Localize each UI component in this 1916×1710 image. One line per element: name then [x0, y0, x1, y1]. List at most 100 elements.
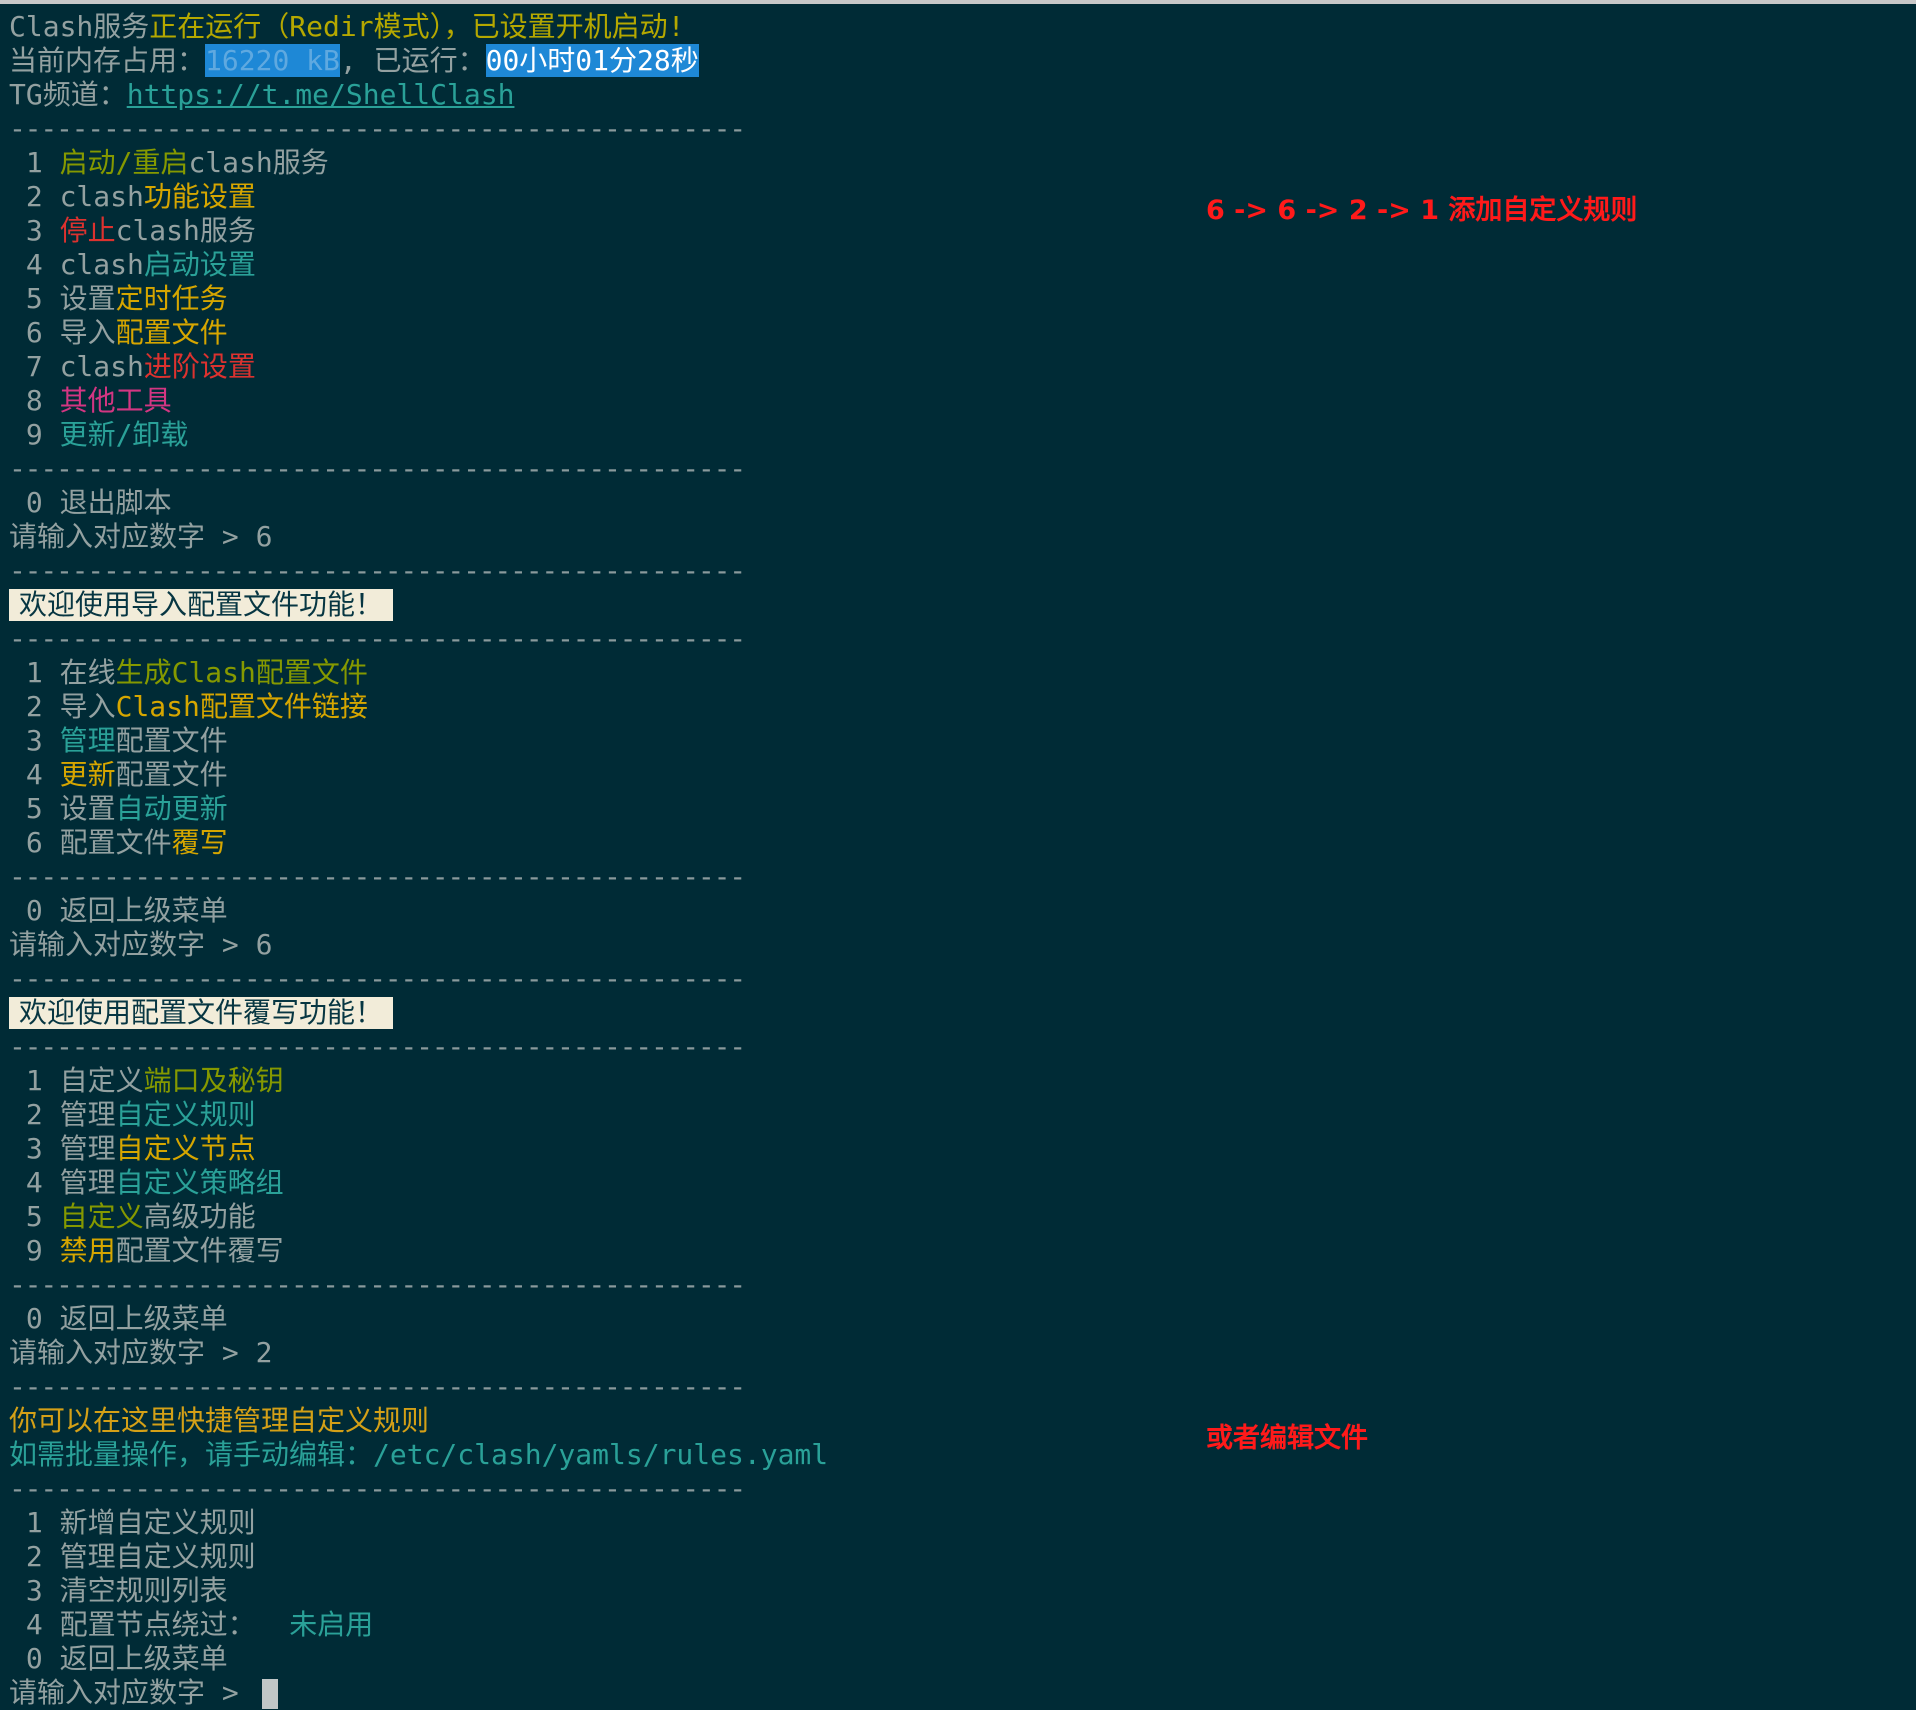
- menu-label: 管理: [59, 724, 116, 757]
- separator: ----------------------------------------…: [9, 1030, 746, 1063]
- menu-label: 自定义: [59, 1200, 144, 1233]
- menu-number: 6: [9, 316, 60, 349]
- menu-label: 导入: [59, 316, 116, 349]
- main-menu-item[interactable]: 7 clash进阶设置: [9, 350, 1916, 384]
- rules-menu-item[interactable]: 1 新增自定义规则: [9, 1506, 1916, 1540]
- menu-label: 启动设置: [143, 248, 256, 281]
- menu-number: 2: [9, 1098, 60, 1131]
- menu-number: 4: [9, 1166, 60, 1199]
- alt-annotation: 或者编辑文件: [1206, 1423, 1368, 1454]
- import-menu-item[interactable]: 5 设置自动更新: [9, 792, 1916, 826]
- back-item[interactable]: 0 返回上级菜单: [9, 1302, 1916, 1336]
- menu-label: 更新/卸载: [59, 418, 189, 451]
- menu-number: 3: [9, 1132, 60, 1165]
- menu-number: 2: [9, 1540, 60, 1573]
- override-menu-item[interactable]: 9 禁用配置文件覆写: [9, 1234, 1916, 1268]
- menu-label: 禁用: [59, 1234, 116, 1267]
- menu-label: clash服务: [115, 214, 256, 247]
- menu-label: 自定义规则: [115, 1098, 256, 1131]
- menu-label: 导入: [59, 690, 116, 723]
- menu-label: 配置文件: [115, 316, 228, 349]
- menu-number: 3: [9, 214, 60, 247]
- override-menu-item[interactable]: 3 管理自定义节点: [9, 1132, 1916, 1166]
- import-menu-item[interactable]: 2 导入Clash配置文件链接: [9, 690, 1916, 724]
- menu-label: 更新: [59, 758, 116, 791]
- separator: ----------------------------------------…: [9, 452, 746, 485]
- menu-number: 6: [9, 826, 60, 859]
- menu-number: 1: [9, 146, 60, 179]
- menu-label: clash: [59, 180, 144, 213]
- menu-number: 1: [9, 1064, 60, 1097]
- menu-number: 1: [9, 656, 60, 689]
- status-prefix: Clash服务: [9, 10, 150, 43]
- tg-link[interactable]: https://t.me/ShellClash: [127, 78, 515, 111]
- override-menu-item[interactable]: 1 自定义端口及秘钥: [9, 1064, 1916, 1098]
- separator: ----------------------------------------…: [9, 1370, 746, 1403]
- status-state: 正在运行（Redir模式），已设置开机启动!: [149, 10, 685, 43]
- input-prompt: 请输入对应数字 > 6: [9, 520, 273, 553]
- menu-label: 配置节点绕过：: [59, 1608, 256, 1641]
- menu-number: 1: [9, 1506, 60, 1539]
- main-menu-item[interactable]: 4 clash启动设置: [9, 248, 1916, 282]
- rules-menu-item[interactable]: 3 清空规则列表: [9, 1574, 1916, 1608]
- menu-label: 管理: [59, 1166, 116, 1199]
- menu-number: 9: [9, 1234, 60, 1267]
- main-menu-item[interactable]: 8 其他工具: [9, 384, 1916, 418]
- menu-label: 设置: [59, 792, 116, 825]
- override-banner: 欢迎使用配置文件覆写功能！: [9, 997, 394, 1029]
- menu-label: 停止: [59, 214, 116, 247]
- menu-label: 自定义节点: [115, 1132, 256, 1165]
- terminal-window[interactable]: Clash服务正在运行（Redir模式），已设置开机启动! 当前内存占用：162…: [0, 0, 1916, 1710]
- text-cursor[interactable]: [261, 1679, 278, 1709]
- override-menu-item[interactable]: 4 管理自定义策略组: [9, 1166, 1916, 1200]
- separator: ----------------------------------------…: [9, 112, 746, 145]
- menu-label: 自定义: [59, 1064, 144, 1097]
- main-menu-item[interactable]: 5 设置定时任务: [9, 282, 1916, 316]
- separator: ----------------------------------------…: [9, 554, 746, 587]
- menu-label: 自动更新: [115, 792, 228, 825]
- tg-label: TG频道：: [9, 78, 127, 111]
- menu-label: clash: [59, 350, 144, 383]
- main-menu-item[interactable]: 6 导入配置文件: [9, 316, 1916, 350]
- menu-label: 配置文件: [59, 826, 172, 859]
- menu-label: 管理: [59, 1132, 116, 1165]
- menu-number: 4: [9, 248, 60, 281]
- menu-label: 功能设置: [143, 180, 256, 213]
- back-item[interactable]: 0 返回上级菜单: [9, 894, 1916, 928]
- memory-line: 当前内存占用：16220 kB, 已运行：00小时01分28秒: [9, 44, 1916, 78]
- menu-label: clash: [59, 248, 144, 281]
- override-menu-item[interactable]: 5 自定义高级功能: [9, 1200, 1916, 1234]
- import-menu-item[interactable]: 6 配置文件覆写: [9, 826, 1916, 860]
- menu-number: 2: [9, 690, 60, 723]
- override-menu-item[interactable]: 2 管理自定义规则: [9, 1098, 1916, 1132]
- input-prompt: 请输入对应数字 > 6: [9, 928, 273, 961]
- back-item[interactable]: 0 返回上级菜单: [9, 1642, 1916, 1676]
- menu-number: 5: [9, 1200, 60, 1233]
- import-banner: 欢迎使用导入配置文件功能！: [9, 589, 394, 621]
- menu-number: 3: [9, 724, 60, 757]
- rules-hint: 你可以在这里快捷管理自定义规则: [9, 1404, 430, 1437]
- rules-menu-item[interactable]: 4 配置节点绕过： 未启用: [9, 1608, 1916, 1642]
- menu-label: 清空规则列表: [59, 1574, 228, 1607]
- memory-value[interactable]: 16220 kB: [205, 44, 340, 77]
- menu-label: 配置文件覆写: [115, 1234, 284, 1267]
- import-menu-item[interactable]: 3 管理配置文件: [9, 724, 1916, 758]
- separator: ----------------------------------------…: [9, 622, 746, 655]
- main-menu-item[interactable]: 1 启动/重启clash服务: [9, 146, 1916, 180]
- menu-number: 3: [9, 1574, 60, 1607]
- menu-label: 管理: [59, 1098, 116, 1131]
- uptime-value[interactable]: 00小时01分28秒: [485, 44, 699, 77]
- exit-item[interactable]: 0 退出脚本: [9, 486, 1916, 520]
- prompt-line[interactable]: 请输入对应数字 >: [9, 1676, 1916, 1710]
- input-prompt: 请输入对应数字 >: [9, 1676, 256, 1709]
- input-prompt: 请输入对应数字 > 2: [9, 1336, 273, 1369]
- main-menu-item[interactable]: 9 更新/卸载: [9, 418, 1916, 452]
- menu-label: 端口及秘钥: [143, 1064, 284, 1097]
- import-menu-item[interactable]: 4 更新配置文件: [9, 758, 1916, 792]
- menu-number: 4: [9, 1608, 60, 1641]
- uptime-label: , 已运行：: [339, 44, 486, 77]
- rules-menu-item[interactable]: 2 管理自定义规则: [9, 1540, 1916, 1574]
- menu-label: 在线: [59, 656, 116, 689]
- rules-file-hint: 如需批量操作，请手动编辑：/etc/clash/yamls/rules.yaml: [9, 1438, 829, 1471]
- import-menu-item[interactable]: 1 在线生成Clash配置文件: [9, 656, 1916, 690]
